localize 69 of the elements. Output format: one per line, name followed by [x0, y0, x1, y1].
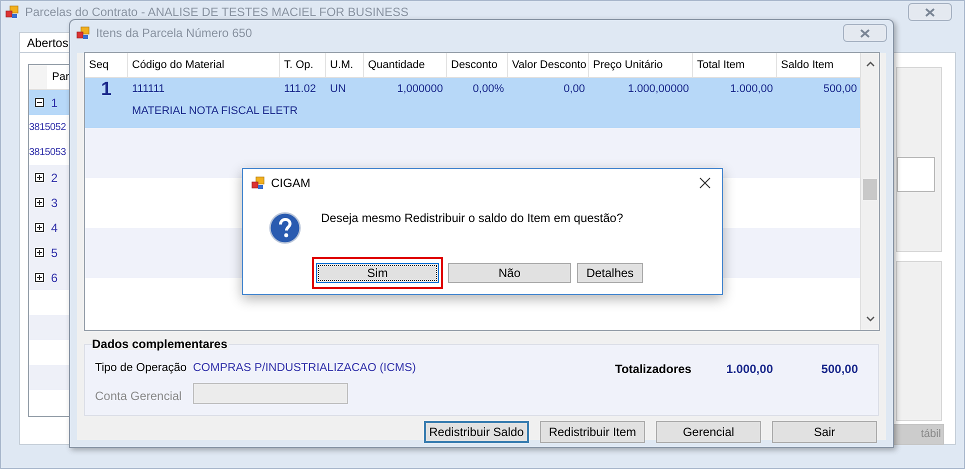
table-cell-text: UN: [330, 82, 346, 97]
expand-icon[interactable]: [35, 173, 44, 182]
table-cell-text: 500,00: [823, 82, 857, 97]
totals-label: Totalizadores: [615, 361, 692, 378]
grid-row[interactable]: 1 111111 111.02 UN 1,000000 0,00% 0,00 1.000,00000 1.000,00 500,00 MATERIAL NOTA FISCAL ELETR: [85, 78, 861, 128]
dialog-message: Deseja mesmo Redistribuir o saldo do Item em questão?: [321, 210, 624, 227]
window-title: Parcelas do Contrato - ANALISE DE TESTES MACIEL FOR BUSINESS: [25, 4, 410, 21]
item-description: MATERIAL NOTA FISCAL ELETR: [132, 104, 298, 119]
scrollbar[interactable]: [860, 53, 879, 330]
scroll-down-icon[interactable]: [866, 316, 875, 322]
table-cell-text: 111111: [132, 82, 165, 97]
field-label: Tipo de Operação: [95, 361, 187, 376]
expand-icon[interactable]: [35, 198, 44, 207]
row-number: 4: [51, 220, 58, 236]
expand-icon[interactable]: [35, 273, 44, 282]
total-value: 1.000,00: [726, 361, 773, 378]
field-value: COMPRAS P/INDUSTRIALIZACAO (ICMS): [193, 361, 416, 376]
table-cell-text: 1,000000: [397, 82, 443, 97]
table-cell-text: 0,00%: [472, 82, 504, 97]
close-button[interactable]: [908, 3, 952, 21]
sub-row-code[interactable]: 3815052: [29, 120, 66, 135]
column-header: Quantidade: [368, 58, 425, 73]
column-header: Código do Material: [132, 58, 224, 73]
app-icon: [251, 176, 265, 190]
dialog-button[interactable]: Não: [448, 263, 571, 283]
group-title: Dados complementares: [92, 338, 230, 350]
close-icon[interactable]: [699, 177, 711, 189]
close-button[interactable]: [843, 24, 887, 42]
scroll-thumb[interactable]: [863, 179, 877, 200]
column-header: Saldo Item: [781, 58, 834, 73]
action-button[interactable]: Sair: [772, 421, 877, 443]
close-icon: [860, 28, 870, 38]
app-icon: [76, 26, 90, 40]
column-header: Desconto: [451, 58, 498, 73]
app-icon: [5, 5, 19, 19]
row-number: 2: [51, 170, 58, 186]
close-icon: [925, 8, 935, 16]
column-header: Preço Unitário: [593, 58, 663, 73]
dialog-button[interactable]: Detalhes: [577, 263, 643, 283]
collapse-icon[interactable]: [35, 98, 44, 107]
table-cell-text: 111.02: [284, 82, 316, 97]
action-button[interactable]: Redistribuir Item: [540, 421, 645, 443]
action-button[interactable]: Gerencial: [656, 421, 761, 443]
question-icon: [269, 212, 301, 244]
table-cell-text: 1.000,00000: [628, 82, 689, 97]
expand-icon[interactable]: [35, 248, 44, 257]
window-title: Itens da Parcela Número 650: [96, 25, 254, 42]
column-header: U.M.: [330, 58, 354, 73]
field-label: Conta Gerencial: [95, 388, 182, 405]
row-number: 3: [51, 194, 58, 212]
sub-row-code[interactable]: 3815053: [29, 145, 66, 160]
action-button[interactable]: Redistribuir Saldo: [424, 421, 529, 443]
table-cell: 1: [101, 80, 112, 98]
text-field[interactable]: [897, 157, 935, 192]
table-cell-text: 0,00: [564, 82, 585, 97]
column-header: Valor Desconto: [512, 58, 586, 73]
column-header: Seq: [89, 58, 109, 73]
dialog-title: CIGAM: [271, 175, 312, 192]
table-cell-text: 1.000,00: [730, 82, 773, 97]
row-number: 6: [51, 270, 58, 286]
row-number: 1: [51, 94, 58, 112]
column-header: T. Op.: [284, 58, 314, 73]
dialog-button[interactable]: Sim: [316, 263, 439, 283]
column-header: Par: [52, 70, 70, 85]
total-value: 500,00: [821, 361, 858, 378]
expand-icon[interactable]: [35, 223, 44, 232]
scroll-up-icon[interactable]: [866, 61, 875, 67]
column-header: Total Item: [697, 58, 745, 73]
row-number: 5: [51, 244, 58, 262]
